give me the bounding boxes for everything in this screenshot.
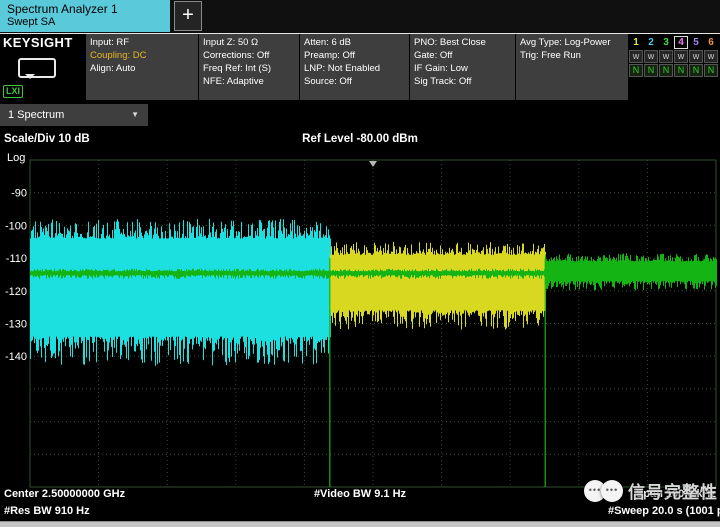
trace-detector-2[interactable]: N xyxy=(644,64,658,77)
header-field: Preamp: Off xyxy=(304,49,405,62)
watermark: ••• ••• 信号完整性 xyxy=(584,478,718,503)
spectrum-plot[interactable]: -90 -100 -110 -120 -130 -140 xyxy=(0,150,720,495)
spectrum-analyzer-screen: Spectrum Analyzer 1 Swept SA + KEYSIGHT … xyxy=(0,0,720,527)
dots-icon: ••• xyxy=(606,486,618,495)
header-field: Atten: 6 dB xyxy=(304,36,405,49)
trace-select-5[interactable]: 5 xyxy=(689,36,703,49)
trace-2-yellow-noise xyxy=(331,242,546,330)
tab-subtitle: Swept SA xyxy=(7,16,163,29)
trace-detector-row: NNNNNN xyxy=(629,64,720,77)
trace-type-2[interactable]: w xyxy=(644,50,658,63)
lxi-badge: LXI xyxy=(3,85,23,98)
header: KEYSIGHT LXI Input: RFCoupling: DCAlign:… xyxy=(0,34,720,100)
trace-number-row: 123456 xyxy=(629,36,720,49)
watermark-icon-2: ••• xyxy=(601,480,623,502)
display-icon xyxy=(18,58,56,78)
header-field: Input: RF xyxy=(90,36,194,49)
measurement-selector-label: 1 Spectrum xyxy=(8,109,64,121)
trace-1-cyan-noise xyxy=(31,219,331,366)
trace-type-5[interactable]: w xyxy=(689,50,703,63)
y-tick-label: -130 xyxy=(5,319,27,331)
trace-select-4[interactable]: 4 xyxy=(674,36,688,49)
header-field: Corrections: Off xyxy=(203,49,295,62)
trace-type-6[interactable]: w xyxy=(704,50,718,63)
y-tick-label: -120 xyxy=(5,286,27,298)
header-field: Input Z: 50 Ω xyxy=(203,36,295,49)
header-panel-1[interactable]: Input Z: 50 ΩCorrections: OffFreq Ref: I… xyxy=(199,34,299,100)
trace-select-6[interactable]: 6 xyxy=(704,36,718,49)
y-tick-label: -110 xyxy=(6,253,27,265)
ref-level[interactable]: Ref Level -80.00 dBm xyxy=(0,133,720,145)
header-field: LNP: Not Enabled xyxy=(304,62,405,75)
trace-type-row: wwwwww xyxy=(629,50,720,63)
header-field: Align: Auto xyxy=(90,62,194,75)
res-bw[interactable]: #Res BW 910 Hz xyxy=(4,505,90,517)
y-tick-label: -140 xyxy=(5,351,27,363)
new-tab-button[interactable]: + xyxy=(174,1,202,31)
header-panel-0[interactable]: Input: RFCoupling: DCAlign: Auto xyxy=(86,34,198,100)
trace-detector-1[interactable]: N xyxy=(629,64,643,77)
header-field: Gate: Off xyxy=(414,49,511,62)
header-panel-4[interactable]: Avg Type: Log-PowerTrig: Free Run xyxy=(516,34,628,100)
y-tick-label: -90 xyxy=(11,188,27,200)
dots-icon: ••• xyxy=(589,486,601,495)
header-field: Coupling: DC xyxy=(90,49,194,62)
sweep-time[interactable]: #Sweep 20.0 s (1001 pts) xyxy=(608,505,720,517)
trace-detector-6[interactable]: N xyxy=(704,64,718,77)
header-field: Source: Off xyxy=(304,75,405,88)
trace-detector-5[interactable]: N xyxy=(689,64,703,77)
tab-bar: Spectrum Analyzer 1 Swept SA + xyxy=(0,0,720,33)
trace-type-4[interactable]: w xyxy=(674,50,688,63)
watermark-text: 信号完整性 xyxy=(628,478,718,503)
center-marker xyxy=(369,161,377,167)
header-field: NFE: Adaptive xyxy=(203,75,295,88)
trace-type-3[interactable]: w xyxy=(659,50,673,63)
header-panel-3[interactable]: PNO: Best CloseGate: OffIF Gain: LowSig … xyxy=(410,34,515,100)
header-field: Trig: Free Run xyxy=(520,49,624,62)
trace-select-2[interactable]: 2 xyxy=(644,36,658,49)
header-field: IF Gain: Low xyxy=(414,62,511,75)
measurement-selector[interactable]: 1 Spectrum ▼ xyxy=(0,104,148,126)
header-panels: Input: RFCoupling: DCAlign: AutoInput Z:… xyxy=(86,34,628,100)
chevron-down-icon: ▼ xyxy=(131,104,139,126)
trace-detector-3[interactable]: N xyxy=(659,64,673,77)
trace-select-1[interactable]: 1 xyxy=(629,36,643,49)
header-field: PNO: Best Close xyxy=(414,36,511,49)
header-field: Avg Type: Log-Power xyxy=(520,36,624,49)
header-field: Freq Ref: Int (S) xyxy=(203,62,295,75)
header-panel-2[interactable]: Atten: 6 dBPreamp: OffLNP: Not EnabledSo… xyxy=(300,34,409,100)
tab-title: Spectrum Analyzer 1 xyxy=(7,2,163,16)
y-tick-label: -100 xyxy=(5,220,27,232)
tab-spectrum-analyzer-1[interactable]: Spectrum Analyzer 1 Swept SA xyxy=(0,0,170,32)
trace-detector-4[interactable]: N xyxy=(674,64,688,77)
trace-select-3[interactable]: 3 xyxy=(659,36,673,49)
trace-type-1[interactable]: w xyxy=(629,50,643,63)
header-field: Sig Track: Off xyxy=(414,75,511,88)
trace-table: 123456 wwwwww NNNNNN xyxy=(629,36,720,78)
keysight-logo: KEYSIGHT xyxy=(3,35,73,50)
bottom-strip xyxy=(0,521,720,527)
trace-3-green-right xyxy=(546,253,717,290)
